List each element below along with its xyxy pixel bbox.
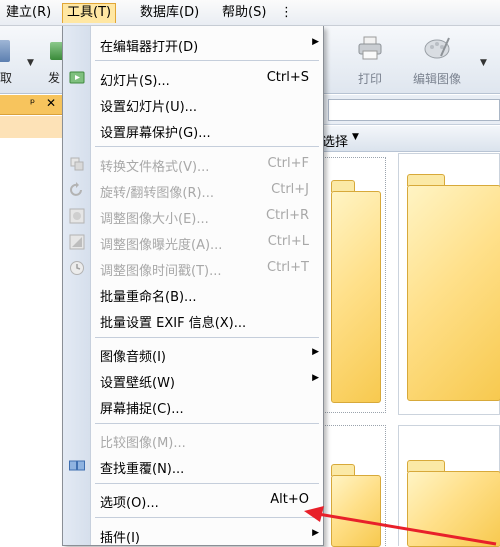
menu-item-shortcut: Ctrl+R: [265, 208, 309, 223]
menu-item-label: 转换文件格式(V)...: [100, 160, 210, 175]
chevron-down-icon[interactable]: ▼: [480, 58, 487, 68]
menu-item-label: 调整图像时间戳(T)...: [100, 264, 222, 279]
menu-item-label: 在编辑器打开(D): [100, 40, 199, 55]
filter-bar: 选择 ▼: [322, 126, 500, 152]
menu-separator: [95, 60, 319, 61]
menu-item-label: 设置屏幕保护(G)...: [100, 126, 211, 141]
menu-separator: [95, 146, 319, 147]
menu-item-batch-rename[interactable]: 批量重命名(B)...: [63, 282, 323, 306]
menu-tools[interactable]: 工具(T): [62, 3, 117, 23]
submenu-arrow-icon: ▶: [312, 373, 319, 383]
close-icon[interactable]: ✕: [46, 96, 56, 110]
menu-separator: [95, 517, 319, 518]
palette-icon: [424, 37, 450, 59]
submenu-arrow-icon: ▶: [312, 37, 319, 47]
menu-item-shortcut: Ctrl+T: [267, 260, 309, 275]
convert-icon: [70, 157, 84, 171]
menu-item-slideshow[interactable]: 幻灯片(S)... Ctrl+S: [63, 66, 323, 90]
menu-build[interactable]: 建立(R): [2, 3, 55, 23]
menu-separator: [95, 423, 319, 424]
pin-icon[interactable]: ᵖ: [30, 96, 35, 110]
edit-image-button[interactable]: 编辑图像: [402, 32, 472, 90]
find-duplicates-icon: [69, 460, 85, 471]
filter-select-label[interactable]: 选择: [322, 131, 348, 150]
menu-database[interactable]: 数据库(D): [136, 3, 203, 23]
menu-item-batch-exif[interactable]: 批量设置 EXIF 信息(X)...: [63, 308, 323, 332]
menu-item-label: 屏幕捕捉(C)...: [100, 402, 184, 417]
menu-item-label: 插件(I): [100, 531, 140, 546]
print-button[interactable]: 打印: [340, 32, 400, 90]
menu-item-shortcut: Ctrl+L: [267, 234, 309, 249]
thumbnail-frame[interactable]: [322, 157, 386, 413]
menu-item-timestamp[interactable]: 调整图像时间戳(T)... Ctrl+T: [63, 256, 323, 280]
address-field[interactable]: [328, 99, 500, 121]
menu-item-label: 查找重覆(N)...: [100, 462, 185, 477]
folder-icon: [407, 185, 500, 401]
menu-item-slideshow-settings[interactable]: 设置幻灯片(U)...: [63, 92, 323, 116]
timestamp-icon: [70, 261, 84, 275]
left-panel-header: ᵖ ✕: [0, 95, 64, 115]
chevron-down-icon[interactable]: ▼: [27, 58, 34, 68]
exposure-icon: [69, 234, 85, 250]
menu-item-label: 幻灯片(S)...: [100, 74, 170, 89]
resize-icon: [69, 208, 85, 224]
menu-item-screen-capture[interactable]: 屏幕捕捉(C)...: [63, 394, 323, 418]
menu-overflow-icon[interactable]: ⋮: [280, 3, 293, 23]
menu-item-label: 比较图像(M)...: [100, 436, 186, 451]
toolbar-label: 发: [48, 71, 61, 85]
menu-item-shortcut: Ctrl+F: [267, 156, 309, 171]
annotation-arrow-icon: [304, 506, 497, 546]
thumbnail-frame[interactable]: [398, 153, 500, 415]
thumbnail-area: [322, 153, 500, 547]
menu-item-convert-format[interactable]: 转换文件格式(V)... Ctrl+F: [63, 152, 323, 176]
menu-item-label: 设置幻灯片(U)...: [100, 100, 198, 115]
edit-image-label: 编辑图像: [412, 72, 461, 86]
toolbar-label: 取: [0, 71, 13, 85]
toolbar-button-partial-1[interactable]: 取: [0, 34, 20, 88]
menu-item-options[interactable]: 选项(O)... Alt+O: [63, 488, 323, 512]
menu-item-wallpaper[interactable]: 设置壁纸(W) ▶: [63, 368, 323, 392]
menu-item-screensaver[interactable]: 设置屏幕保护(G)...: [63, 118, 323, 142]
menu-item-label: 批量重命名(B)...: [100, 290, 197, 305]
menu-item-label: 图像音频(I): [100, 350, 166, 365]
tools-menu: 在编辑器打开(D) ▶ 幻灯片(S)... Ctrl+S 设置幻灯片(U)...…: [62, 26, 324, 546]
menu-help[interactable]: 帮助(S): [218, 3, 270, 23]
menu-item-shortcut: Ctrl+J: [271, 182, 309, 197]
menu-item-label: 设置壁纸(W): [100, 376, 175, 391]
left-panel-body: [0, 138, 64, 546]
menu-item-label: 调整图像大小(E)...: [100, 212, 209, 227]
menu-item-label: 调整图像曝光度(A)...: [100, 238, 223, 253]
menu-separator: [95, 337, 319, 338]
menu-separator: [95, 483, 319, 484]
slideshow-icon: [69, 71, 85, 84]
menu-item-rotate-flip[interactable]: 旋转/翻转图像(R)... Ctrl+J: [63, 178, 323, 202]
rotate-icon: [70, 182, 82, 196]
printer-icon: [358, 36, 382, 60]
menu-item-exposure[interactable]: 调整图像曝光度(A)... Ctrl+L: [63, 230, 323, 254]
menu-item-plugins[interactable]: 插件(I) ▶: [63, 523, 323, 547]
menu-item-shortcut: Ctrl+S: [266, 70, 309, 85]
print-label: 打印: [357, 72, 382, 86]
submenu-arrow-icon: ▶: [312, 347, 319, 357]
menu-item-find-duplicates[interactable]: 查找重覆(N)...: [63, 454, 323, 478]
scanner-icon: [0, 40, 10, 62]
chevron-down-icon[interactable]: ▼: [352, 132, 359, 142]
left-panel-strip: [0, 116, 64, 138]
menu-item-label: 旋转/翻转图像(R)...: [100, 186, 214, 201]
menu-item-image-audio[interactable]: 图像音频(I) ▶: [63, 342, 323, 366]
menu-item-open-in-editor[interactable]: 在编辑器打开(D) ▶: [63, 32, 323, 56]
menu-item-label: 选项(O)...: [100, 496, 159, 511]
menu-item-resize[interactable]: 调整图像大小(E)... Ctrl+R: [63, 204, 323, 228]
menu-bar: 建立(R) 工具(T) 数据库(D) 帮助(S) ⋮: [0, 0, 500, 26]
folder-icon: [331, 191, 381, 403]
address-row: [322, 95, 500, 125]
menu-item-compare-images[interactable]: 比较图像(M)...: [63, 428, 323, 452]
menu-item-label: 批量设置 EXIF 信息(X)...: [100, 316, 247, 331]
